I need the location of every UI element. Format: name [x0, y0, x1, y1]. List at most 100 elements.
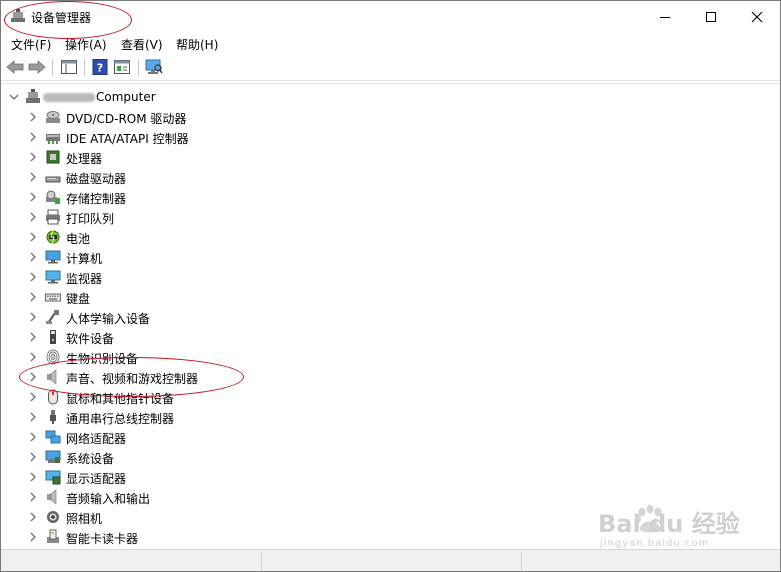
tree-item[interactable]: 音频输入和输出: [1, 487, 780, 507]
chevron-right-icon[interactable]: [28, 391, 38, 403]
properties-button[interactable]: [113, 58, 131, 76]
properties-icon: [114, 60, 130, 74]
tree-item[interactable]: 照相机: [1, 507, 780, 527]
tree-item-label: IDE ATA/ATAPI 控制器: [66, 132, 189, 146]
chevron-right-icon[interactable]: [28, 511, 38, 523]
chevron-right-icon[interactable]: [28, 191, 38, 203]
chevron-right-icon[interactable]: [28, 431, 38, 443]
status-bar: [1, 549, 780, 571]
chevron-right-icon[interactable]: [28, 351, 38, 363]
chevron-right-icon[interactable]: [28, 211, 38, 223]
toolbar-separator: [52, 59, 53, 76]
device-manager-icon: [11, 9, 25, 22]
redacted-hostname: [43, 93, 95, 102]
computer-root-icon: [26, 89, 40, 103]
tree-item-label: 网络适配器: [66, 432, 127, 446]
scan-hardware-icon: [145, 59, 163, 74]
dvd-drive-icon: [46, 111, 60, 123]
tree-item[interactable]: 系统设备: [1, 447, 780, 467]
chevron-right-icon[interactable]: [28, 411, 38, 423]
tree-item[interactable]: IDE ATA/ATAPI 控制器: [1, 127, 780, 147]
tree-item-label: 处理器: [66, 152, 103, 166]
speaker-icon: [47, 369, 57, 385]
chevron-right-icon[interactable]: [28, 171, 38, 183]
chevron-right-icon[interactable]: [28, 151, 38, 163]
tree-item-label: 照相机: [66, 512, 103, 526]
chevron-right-icon[interactable]: [28, 251, 38, 263]
tree-root-computer[interactable]: Computer: [1, 87, 780, 107]
tree-item[interactable]: 人体学输入设备: [1, 307, 780, 327]
menu-bar: 文件(F) 操作(A) 查看(V) 帮助(H): [1, 33, 780, 54]
tree-item[interactable]: 处理器: [1, 147, 780, 167]
chevron-right-icon[interactable]: [28, 231, 38, 243]
chevron-right-icon[interactable]: [28, 451, 38, 463]
fingerprint-icon: [46, 349, 60, 365]
chevron-down-icon[interactable]: [9, 91, 19, 103]
software-device-icon: [50, 330, 56, 344]
tree-item-label: 计算机: [66, 252, 103, 266]
tree-item[interactable]: 生物识别设备: [1, 347, 780, 367]
watermark-url: jingyan.baidu.com: [600, 538, 710, 549]
tree-item[interactable]: 键盘: [1, 287, 780, 307]
svg-text:?: ?: [97, 62, 103, 75]
tree-item-label: 显示适配器: [66, 472, 127, 486]
tree-item[interactable]: 通用串行总线控制器: [1, 407, 780, 427]
chevron-right-icon[interactable]: [28, 471, 38, 483]
tree-item[interactable]: 软件设备: [1, 327, 780, 347]
tree-item[interactable]: 打印队列: [1, 207, 780, 227]
chevron-right-icon[interactable]: [28, 131, 38, 143]
tree-item[interactable]: 电池: [1, 227, 780, 247]
chevron-right-icon[interactable]: [28, 291, 38, 303]
chevron-right-icon[interactable]: [28, 371, 38, 383]
forward-button[interactable]: [28, 58, 46, 76]
tree-item[interactable]: 存储控制器: [1, 187, 780, 207]
chevron-right-icon[interactable]: [28, 491, 38, 503]
menu-action[interactable]: 操作(A): [65, 36, 107, 53]
menu-view[interactable]: 查看(V): [121, 36, 163, 53]
monitor-icon: [45, 270, 61, 284]
minimize-button[interactable]: [642, 1, 688, 32]
chevron-right-icon[interactable]: [28, 271, 38, 283]
usb-icon: [50, 410, 56, 424]
tree-item[interactable]: 声音、视频和游戏控制器: [1, 367, 780, 387]
device-manager-window: 设备管理器 文件(F) 操作(A) 查看(V) 帮助(H) ? Computer…: [0, 0, 781, 572]
tree-item-label: 生物识别设备: [66, 352, 139, 366]
device-tree: Computer DVD/CD-ROM 驱动器 IDE ATA/ATAPI 控制器…: [1, 83, 780, 546]
chevron-right-icon[interactable]: [28, 531, 38, 543]
tree-item-label: 音频输入和输出: [66, 492, 151, 506]
forward-arrow-icon: [28, 60, 46, 74]
hid-icon: [46, 310, 59, 324]
tree-item[interactable]: 显示适配器: [1, 467, 780, 487]
tree-item-label: 通用串行总线控制器: [66, 412, 175, 426]
close-icon: [751, 11, 763, 22]
tree-item[interactable]: 监视器: [1, 267, 780, 287]
maximize-button[interactable]: [688, 1, 734, 32]
back-arrow-icon: [6, 60, 24, 74]
tree-item[interactable]: 计算机: [1, 247, 780, 267]
back-button[interactable]: [6, 58, 24, 76]
network-adapter-icon: [45, 430, 61, 444]
console-tree-icon: [61, 60, 77, 74]
audio-io-icon: [47, 489, 57, 505]
show-hide-console-tree-button[interactable]: [60, 58, 78, 76]
chevron-right-icon[interactable]: [28, 111, 38, 123]
help-icon: ?: [92, 59, 108, 75]
menu-file[interactable]: 文件(F): [11, 36, 51, 53]
title-bar[interactable]: 设备管理器: [1, 1, 780, 32]
tree-item-label: 打印队列: [66, 212, 115, 226]
close-button[interactable]: [734, 1, 780, 32]
window-title: 设备管理器: [31, 11, 92, 25]
menu-help[interactable]: 帮助(H): [176, 36, 218, 53]
tree-item[interactable]: DVD/CD-ROM 驱动器: [1, 107, 780, 127]
tree-item[interactable]: 磁盘驱动器: [1, 167, 780, 187]
help-button[interactable]: ?: [91, 58, 109, 76]
chevron-right-icon[interactable]: [28, 311, 38, 323]
status-cell: [261, 552, 522, 570]
tree-item-label: 鼠标和其他指针设备: [66, 392, 175, 406]
tree-item-label: DVD/CD-ROM 驱动器: [66, 112, 187, 126]
mouse-icon: [48, 389, 58, 405]
chevron-right-icon[interactable]: [28, 331, 38, 343]
tree-item[interactable]: 网络适配器: [1, 427, 780, 447]
tree-item[interactable]: 鼠标和其他指针设备: [1, 387, 780, 407]
scan-hardware-button[interactable]: [145, 58, 163, 76]
